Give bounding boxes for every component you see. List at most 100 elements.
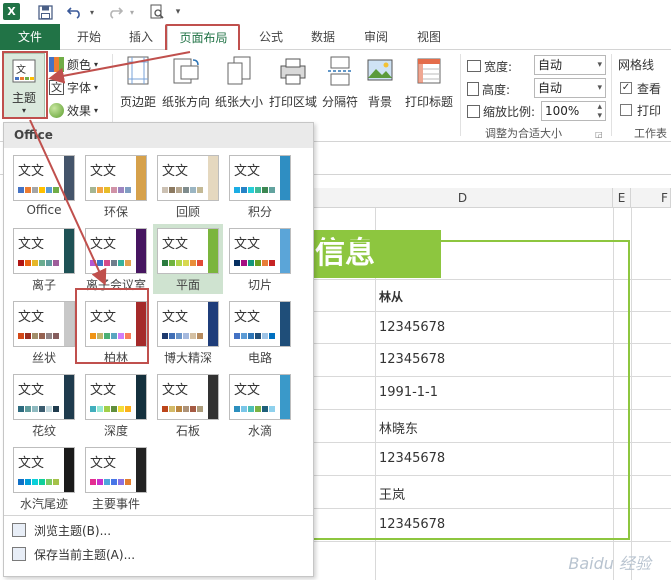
color-swatch (118, 260, 124, 266)
table-cell[interactable]: 林晓东 (379, 418, 418, 437)
tab-file[interactable]: 文件 (0, 24, 60, 50)
height-dropdown[interactable]: 自动 ▾ (534, 78, 606, 98)
theme-color-swatches (18, 406, 60, 412)
theme-option[interactable]: 文文 丝状 (9, 297, 79, 367)
scale-spinner[interactable]: 100% ▴ ▾ (541, 101, 606, 121)
theme-name: 环保 (103, 205, 128, 219)
width-dropdown[interactable]: 自动 ▾ (534, 55, 606, 75)
print-area-button[interactable]: 打印区域 (266, 56, 320, 110)
theme-fonts-button[interactable]: 文 字体 ▾ (49, 77, 98, 97)
theme-name: 深度 (103, 424, 128, 438)
color-swatch (125, 406, 131, 412)
save-icon[interactable] (34, 2, 56, 22)
theme-option[interactable]: 文文 主要事件 (81, 443, 151, 513)
theme-effects-button[interactable]: 效果 ▾ (49, 100, 98, 120)
table-cell[interactable]: 12345678 (379, 320, 445, 335)
color-swatch (169, 187, 175, 193)
theme-option[interactable]: 文文 切片 (225, 224, 295, 294)
table-cell[interactable]: 王岚 (379, 484, 405, 503)
theme-option[interactable]: 文文 离子 (9, 224, 79, 294)
theme-option[interactable]: 文文 积分 (225, 151, 295, 221)
group-separator (611, 54, 612, 136)
table-cell[interactable]: 12345678 (379, 352, 445, 367)
theme-colors-button[interactable]: 颜色 ▾ (49, 54, 98, 74)
column-header-d[interactable]: D (313, 188, 613, 208)
theme-sample-text: 文文 (18, 237, 45, 252)
column-header-e[interactable]: E (613, 188, 631, 208)
ribbon-tab-row: 文件 开始 插入 页面布局 公式 数据 审阅 视图 (0, 24, 671, 51)
header-cell[interactable]: 林从 (379, 288, 403, 305)
theme-option[interactable]: 文文 石板 (153, 370, 223, 440)
column-header-f[interactable]: F (631, 188, 671, 208)
orientation-button[interactable]: 纸张方向 (160, 56, 212, 110)
breaks-button[interactable]: 分隔符 (320, 56, 360, 110)
theme-option[interactable]: 文文 水滴 (225, 370, 295, 440)
undo-dropdown-icon[interactable]: ▾ (87, 2, 97, 22)
color-swatch (262, 406, 268, 412)
save-theme-button[interactable]: 保存当前主题(A)... (4, 543, 313, 565)
theme-thumbnail: 文文 (157, 228, 219, 274)
tab-data[interactable]: 数据 (300, 24, 346, 50)
tab-formulas[interactable]: 公式 (248, 24, 294, 50)
theme-thumbnail: 文文 (157, 301, 219, 347)
theme-option[interactable]: 文文 离子会议室 (81, 224, 151, 294)
theme-accent-stripe (208, 229, 218, 273)
theme-thumbnail: 文文 (85, 301, 147, 347)
theme-accent-stripe (64, 375, 74, 419)
theme-name: Office (26, 203, 62, 217)
theme-color-swatches (90, 406, 132, 412)
grid-line (313, 279, 671, 280)
size-label: 纸张大小 (214, 95, 263, 109)
theme-option[interactable]: 文文 平面 (153, 224, 223, 294)
color-swatch (118, 333, 124, 339)
width-value: 自动 (538, 58, 563, 72)
theme-option[interactable]: 文文 环保 (81, 151, 151, 221)
color-swatch (255, 406, 261, 412)
view-gridlines-checkbox[interactable]: ✓ (620, 82, 632, 94)
theme-option[interactable]: 文文 回顾 (153, 151, 223, 221)
table-cell[interactable]: 12345678 (379, 451, 445, 466)
grid-line (313, 508, 671, 509)
gridlines-label: 网格线 (618, 58, 655, 72)
customize-toolbar-icon[interactable]: ▾ (173, 2, 183, 22)
print-preview-icon[interactable] (146, 2, 168, 22)
print-gridlines-checkbox[interactable] (620, 104, 632, 116)
tab-home[interactable]: 开始 (66, 24, 112, 50)
table-cell[interactable]: 1991-1-1 (379, 385, 438, 400)
color-swatch (169, 260, 175, 266)
theme-thumbnail: 文文 (229, 155, 291, 201)
spinner-icon: ▴ ▾ (597, 102, 602, 121)
tab-page-layout[interactable]: 页面布局 (167, 24, 240, 51)
color-swatch (39, 187, 45, 193)
themes-button[interactable]: 文 主题 ▾ (3, 53, 45, 119)
grid-line (613, 208, 614, 580)
theme-option[interactable]: 文文 柏林 (81, 297, 151, 367)
background-button[interactable]: 背景 (362, 56, 398, 110)
tab-review[interactable]: 审阅 (353, 24, 399, 50)
chevron-down-icon: ▾ (94, 82, 99, 92)
redo-icon[interactable] (104, 2, 126, 22)
browse-themes-button[interactable]: 浏览主题(B)... (4, 519, 313, 541)
theme-option[interactable]: 文文 博大精深 (153, 297, 223, 367)
margins-button[interactable]: 页边距 (116, 56, 160, 110)
tab-insert[interactable]: 插入 (118, 24, 164, 50)
theme-option[interactable]: 文文 水汽尾迹 (9, 443, 79, 513)
excel-app-icon: X (3, 3, 20, 20)
table-cell[interactable]: 12345678 (379, 517, 445, 532)
theme-name: 切片 (247, 278, 272, 292)
title-banner[interactable]: 信息 (313, 230, 441, 278)
dialog-launcher-icon[interactable]: ◲ (595, 130, 603, 139)
color-swatch (125, 260, 131, 266)
color-swatch (25, 333, 31, 339)
print-titles-button[interactable]: 打印标题 (400, 56, 458, 110)
print-area-label: 打印区域 (268, 95, 317, 109)
redo-dropdown-icon[interactable]: ▾ (127, 2, 137, 22)
undo-icon[interactable] (64, 2, 86, 22)
theme-option[interactable]: 文文 Office (9, 151, 79, 221)
theme-option[interactable]: 文文 深度 (81, 370, 151, 440)
theme-option[interactable]: 文文 花纹 (9, 370, 79, 440)
size-button[interactable]: 纸张大小 (213, 56, 265, 110)
theme-color-swatches (234, 333, 276, 339)
theme-option[interactable]: 文文 电路 (225, 297, 295, 367)
tab-view[interactable]: 视图 (406, 24, 452, 50)
